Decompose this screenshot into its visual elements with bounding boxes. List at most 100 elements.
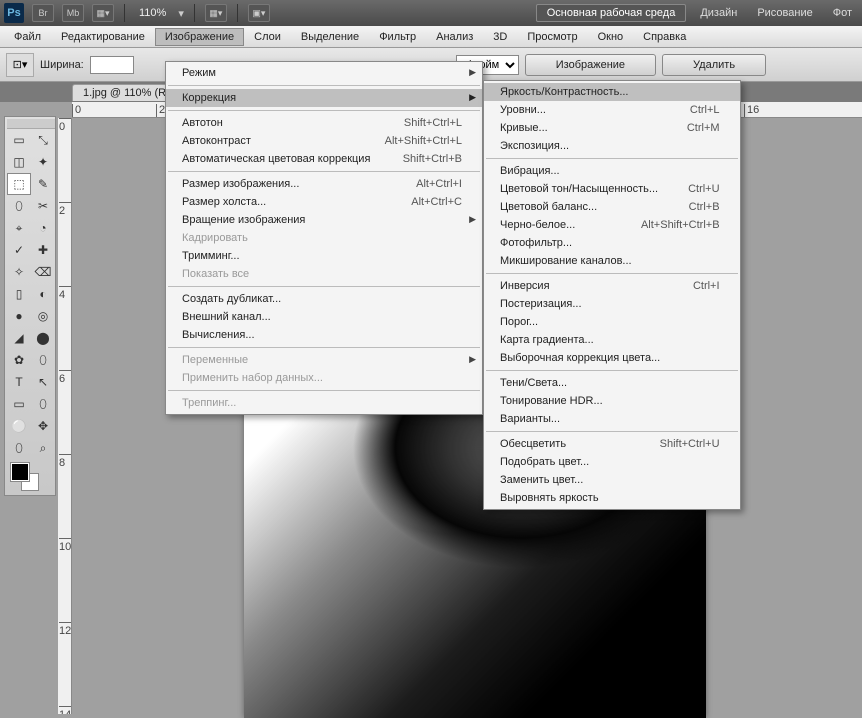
menu-слои[interactable]: Слои: [244, 28, 291, 46]
tool-button[interactable]: ⬯: [31, 393, 55, 415]
menu-item[interactable]: Кривые...Ctrl+M: [484, 119, 740, 137]
bridge-icon[interactable]: Br: [32, 4, 54, 22]
menu-item[interactable]: Размер изображения...Alt+Ctrl+I: [166, 175, 482, 193]
menu-item[interactable]: Выборочная коррекция цвета...: [484, 349, 740, 367]
tool-button[interactable]: ⬯: [7, 195, 31, 217]
menu-фильтр[interactable]: Фильтр: [369, 28, 426, 46]
menu-item[interactable]: Подобрать цвет...: [484, 453, 740, 471]
menu-item[interactable]: Коррекция▶: [166, 89, 482, 107]
menu-item[interactable]: Варианты...: [484, 410, 740, 428]
menu-item-label: Фотофильтр...: [500, 237, 572, 249]
crop-tool-icon[interactable]: ⊡▾: [6, 53, 34, 77]
menu-item[interactable]: Тени/Света...: [484, 374, 740, 392]
menu-item[interactable]: ОбесцветитьShift+Ctrl+U: [484, 435, 740, 453]
tool-button[interactable]: ▯: [7, 283, 31, 305]
menu-item[interactable]: Черно-белое...Alt+Shift+Ctrl+B: [484, 216, 740, 234]
tool-button[interactable]: ⌖: [7, 217, 31, 239]
image-button[interactable]: Изображение: [525, 54, 656, 76]
tool-button[interactable]: ⬤: [31, 327, 55, 349]
tool-button[interactable]: ◢: [7, 327, 31, 349]
tool-button[interactable]: ⌕: [31, 437, 55, 459]
menu-item[interactable]: АвтотонShift+Ctrl+L: [166, 114, 482, 132]
menu-item[interactable]: Вычисления...: [166, 326, 482, 344]
tool-button[interactable]: ↖: [31, 371, 55, 393]
tool-button[interactable]: T: [7, 371, 31, 393]
tool-button[interactable]: ✥: [31, 415, 55, 437]
menu-item[interactable]: Тонирование HDR...: [484, 392, 740, 410]
menu-item[interactable]: ИнверсияCtrl+I: [484, 277, 740, 295]
workspace-link[interactable]: Рисование: [751, 7, 818, 19]
arrange-documents-icon[interactable]: ▦▾: [205, 4, 227, 22]
panel-grip[interactable]: [7, 119, 55, 129]
menu-item[interactable]: Создать дубликат...: [166, 290, 482, 308]
view-extras-icon[interactable]: ▦▾: [92, 4, 114, 22]
menu-просмотр[interactable]: Просмотр: [517, 28, 587, 46]
menu-3d[interactable]: 3D: [483, 28, 517, 46]
workspace-link[interactable]: Фот: [827, 7, 858, 19]
zoom-level[interactable]: 110%: [135, 7, 170, 19]
menu-item[interactable]: Порог...: [484, 313, 740, 331]
submenu-arrow-icon: ▶: [469, 67, 476, 78]
menu-item[interactable]: Микширование каналов...: [484, 252, 740, 270]
tool-button[interactable]: ◔: [31, 217, 55, 239]
menu-item[interactable]: Вибрация...: [484, 162, 740, 180]
tool-button[interactable]: ⚪: [7, 415, 31, 437]
tool-button[interactable]: ⬯: [7, 437, 31, 459]
menu-item[interactable]: Постеризация...: [484, 295, 740, 313]
menu-item[interactable]: Уровни...Ctrl+L: [484, 101, 740, 119]
menu-item[interactable]: Фотофильтр...: [484, 234, 740, 252]
menu-shortcut: Ctrl+I: [693, 280, 720, 292]
tool-button[interactable]: ✧: [7, 261, 31, 283]
tool-button[interactable]: ◎: [31, 305, 55, 327]
foreground-color-swatch[interactable]: [11, 463, 29, 481]
menu-анализ[interactable]: Анализ: [426, 28, 483, 46]
menu-item[interactable]: Автоматическая цветовая коррекцияShift+C…: [166, 150, 482, 168]
delete-button[interactable]: Удалить: [662, 54, 766, 76]
menu-item[interactable]: Режим▶: [166, 64, 482, 82]
tool-button[interactable]: ⬯: [31, 349, 55, 371]
menu-item[interactable]: Выровнять яркость: [484, 489, 740, 507]
menu-item[interactable]: Экспозиция...: [484, 137, 740, 155]
minibridge-icon[interactable]: Mb: [62, 4, 84, 22]
document-tab[interactable]: 1.jpg @ 110% (R: [72, 84, 177, 101]
tool-button[interactable]: ◫: [7, 151, 31, 173]
menu-item[interactable]: Цветовой баланс...Ctrl+B: [484, 198, 740, 216]
tool-button[interactable]: ◐: [31, 283, 55, 305]
menu-item-label: Автоматическая цветовая коррекция: [182, 153, 370, 165]
menu-item-label: Порог...: [500, 316, 538, 328]
menu-item[interactable]: АвтоконтрастAlt+Shift+Ctrl+L: [166, 132, 482, 150]
menu-item[interactable]: Внешний канал...: [166, 308, 482, 326]
menu-item[interactable]: Заменить цвет...: [484, 471, 740, 489]
tool-button[interactable]: ✚: [31, 239, 55, 261]
tool-button[interactable]: ▭: [7, 129, 31, 151]
workspace-link[interactable]: Дизайн: [694, 7, 743, 19]
width-label: Ширина:: [40, 59, 84, 71]
menu-справка[interactable]: Справка: [633, 28, 696, 46]
tool-button[interactable]: ⌫: [31, 261, 55, 283]
menu-item[interactable]: Вращение изображения▶: [166, 211, 482, 229]
menu-item[interactable]: Карта градиента...: [484, 331, 740, 349]
menu-файл[interactable]: Файл: [4, 28, 51, 46]
menu-редактирование[interactable]: Редактирование: [51, 28, 155, 46]
menu-изображение[interactable]: Изображение: [155, 28, 244, 46]
tool-button[interactable]: ✓: [7, 239, 31, 261]
tool-button[interactable]: ▭: [7, 393, 31, 415]
tool-button[interactable]: ✦: [31, 151, 55, 173]
screen-mode-icon[interactable]: ▣▾: [248, 4, 270, 22]
menu-окно[interactable]: Окно: [588, 28, 634, 46]
tool-button[interactable]: ✎: [31, 173, 55, 195]
menu-item[interactable]: Размер холста...Alt+Ctrl+C: [166, 193, 482, 211]
dropdown-icon[interactable]: ▾: [178, 7, 184, 20]
tool-button[interactable]: ✿: [7, 349, 31, 371]
width-input[interactable]: [90, 56, 134, 74]
tool-button[interactable]: ●: [7, 305, 31, 327]
color-swatches[interactable]: [7, 463, 55, 493]
tool-button[interactable]: ⤡: [31, 129, 55, 151]
tool-button[interactable]: ⬚: [7, 173, 31, 195]
menu-item[interactable]: Тримминг...: [166, 247, 482, 265]
workspace-switcher-button[interactable]: Основная рабочая среда: [536, 4, 687, 22]
menu-item[interactable]: Цветовой тон/Насыщенность...Ctrl+U: [484, 180, 740, 198]
tool-button[interactable]: ✂: [31, 195, 55, 217]
menu-item[interactable]: Яркость/Контрастность...: [484, 83, 740, 101]
menu-выделение[interactable]: Выделение: [291, 28, 369, 46]
